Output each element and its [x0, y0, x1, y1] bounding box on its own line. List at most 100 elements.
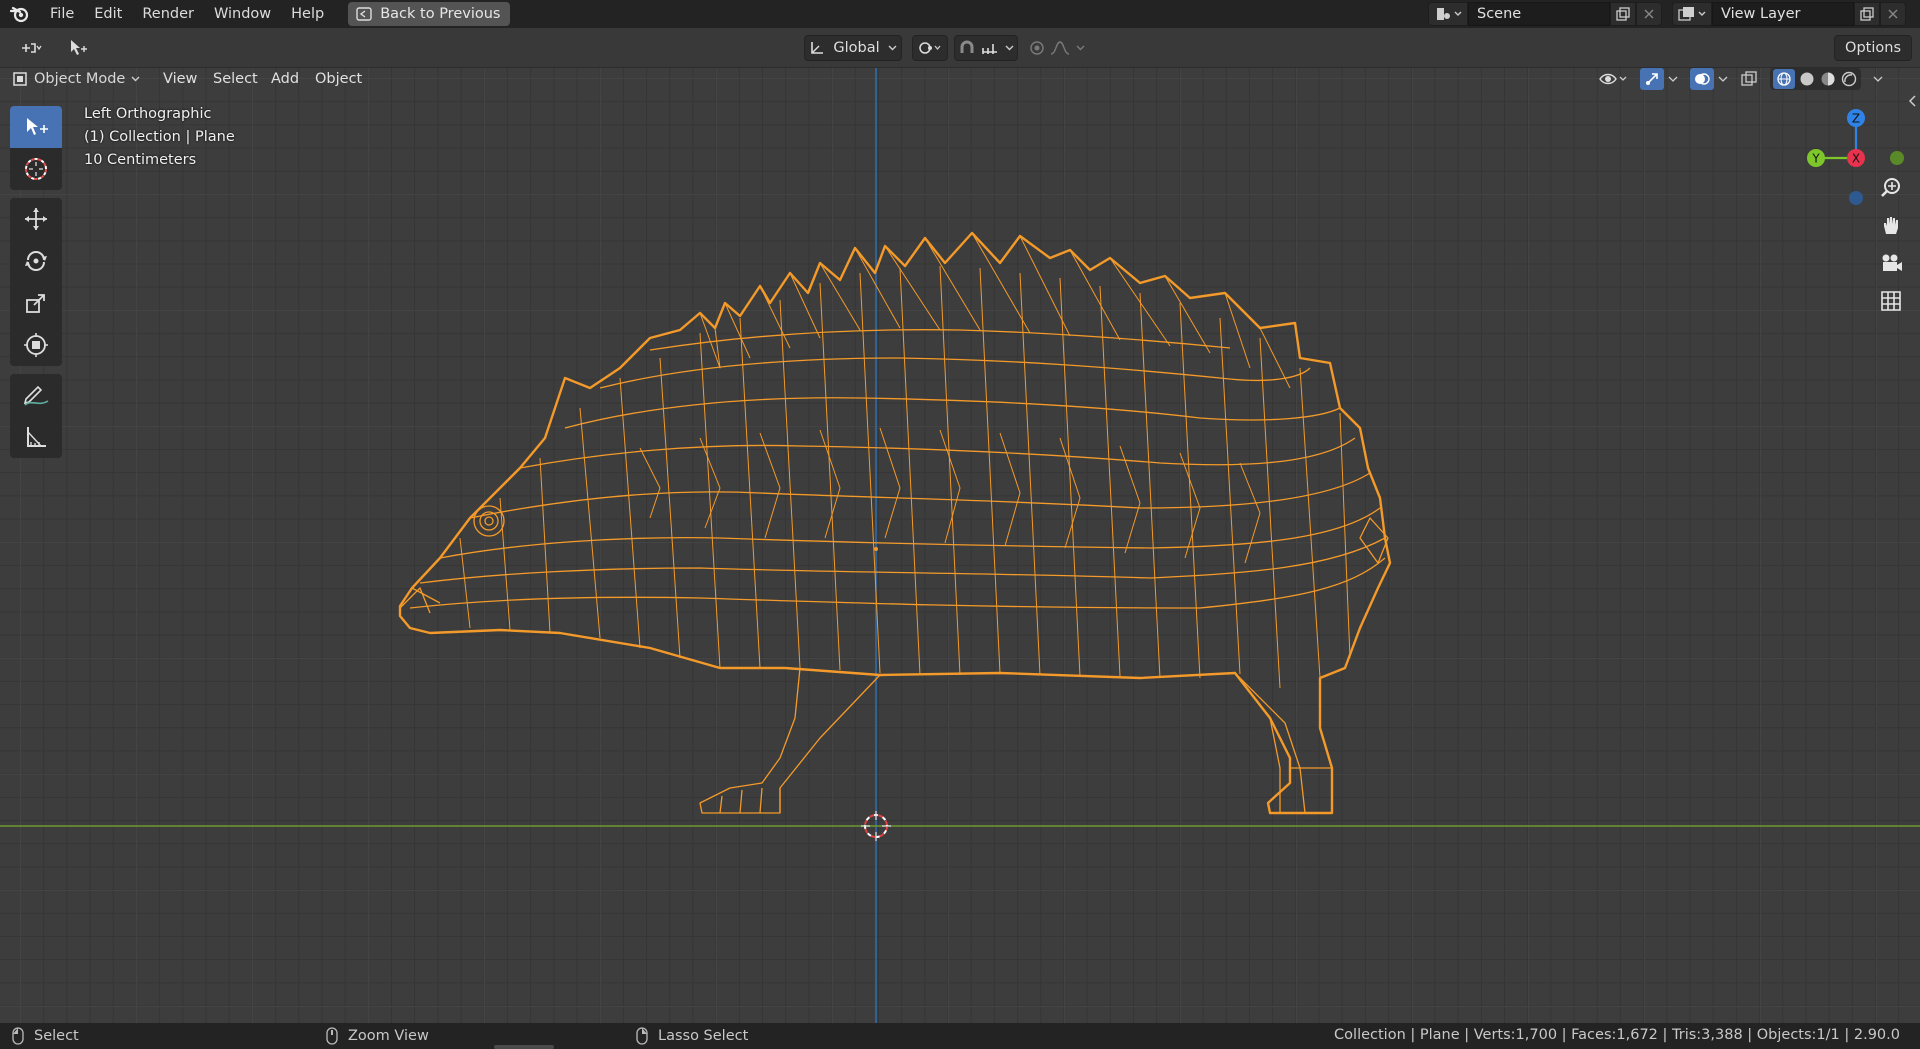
snapping-group[interactable]: [954, 35, 1018, 61]
solid-sphere-icon[interactable]: [1798, 70, 1816, 88]
hedgehog-wireframe: [398, 231, 1392, 815]
chevron-down-icon: [131, 76, 140, 82]
select-box-icon: [27, 118, 48, 135]
menu-render[interactable]: Render: [132, 0, 204, 28]
object-mode-dropdown[interactable]: Object Mode: [12, 68, 140, 90]
falloff-curve-icon: [1051, 41, 1070, 55]
new-view-layer-button[interactable]: [1854, 2, 1880, 26]
annotate-pencil-icon: [23, 385, 49, 406]
transform-tool[interactable]: [10, 324, 62, 366]
status-select-hint: Select: [12, 1027, 79, 1045]
pivot-point-dropdown[interactable]: [912, 35, 948, 61]
status-lasso-hint: Lasso Select: [636, 1027, 748, 1045]
material-sphere-icon[interactable]: [1819, 70, 1837, 88]
menu-file[interactable]: File: [40, 0, 84, 28]
view-layer-selector: View Layer: [1672, 2, 1906, 26]
annotate-tool[interactable]: [10, 374, 62, 416]
scene-icon: [1437, 8, 1450, 20]
menu-view[interactable]: View: [163, 68, 197, 90]
blender-logo-icon[interactable]: [0, 0, 40, 28]
view-layer-browse-button[interactable]: [1672, 2, 1712, 26]
chevron-down-icon[interactable]: [1668, 76, 1678, 82]
status-resize-handle[interactable]: [494, 1045, 554, 1049]
wireframe-sphere-icon: [1777, 72, 1791, 86]
delete-view-layer-button[interactable]: [1880, 2, 1906, 26]
measure-tool[interactable]: [10, 416, 62, 458]
gizmo-icon: [1646, 73, 1658, 85]
scene-statistics: Collection | Plane | Verts:1,700 | Faces…: [1334, 1027, 1900, 1043]
zoom-view-button[interactable]: [1876, 172, 1906, 202]
menu-add[interactable]: Add: [271, 68, 299, 90]
status-bar: Select Zoom View Lasso Select Collection…: [0, 1023, 1920, 1049]
select-box-tool[interactable]: [10, 106, 62, 148]
transform-orientation-dropdown[interactable]: Global: [804, 35, 902, 61]
viewport-scene: [0, 68, 1920, 1023]
editor-type-button[interactable]: [10, 35, 52, 61]
menu-help[interactable]: Help: [281, 0, 334, 28]
rendered-sphere-icon[interactable]: [1840, 70, 1858, 88]
mouse-middle-icon: [326, 1027, 338, 1045]
gizmo-neg-z-icon: [1849, 191, 1863, 205]
menu-select[interactable]: Select: [213, 68, 258, 90]
scale-icon: [26, 294, 45, 313]
show-gizmo-toggle[interactable]: [1640, 68, 1664, 90]
pivot-icon: [919, 42, 941, 54]
pan-view-button[interactable]: [1876, 210, 1906, 240]
chevron-down-icon[interactable]: [1718, 76, 1728, 82]
snap-magnet-icon: [960, 40, 974, 53]
xray-toggle-icon[interactable]: [1740, 70, 1758, 88]
chevron-down-icon[interactable]: [1873, 76, 1883, 82]
mouse-left-icon: [12, 1027, 24, 1045]
view-name-label: Left Orthographic: [84, 106, 212, 122]
gizmo-z-label: Z: [1852, 112, 1860, 126]
status-lasso-label: Lasso Select: [658, 1028, 749, 1044]
orientation-icon: [811, 42, 824, 54]
camera-view-button[interactable]: [1876, 248, 1906, 278]
toggle-projection-button[interactable]: [1876, 286, 1906, 316]
scene-statistics-label: Collection | Plane | Verts:1,700 | Faces…: [1334, 1027, 1900, 1043]
status-zoom-hint: Zoom View: [326, 1027, 429, 1045]
gizmo-y-label: Y: [1811, 152, 1820, 166]
grid-scale-label: 10 Centimeters: [84, 152, 197, 168]
rotate-tool[interactable]: [10, 240, 62, 282]
chevron-down-icon: [1698, 11, 1706, 16]
move-tool[interactable]: [10, 198, 62, 240]
gizmo-neg-y-icon: [1890, 151, 1904, 165]
viewport-display-controls: [1598, 68, 1883, 90]
view-layer-name-field[interactable]: View Layer: [1712, 2, 1854, 26]
3d-viewport[interactable]: Object Mode View Select Add Object Left …: [0, 68, 1920, 1023]
menu-object[interactable]: Object: [315, 68, 362, 90]
tool-header: Global Options: [0, 28, 1920, 68]
grid-icon: [1881, 291, 1901, 311]
menu-edit[interactable]: Edit: [84, 0, 132, 28]
show-overlays-toggle[interactable]: [1690, 68, 1714, 90]
copy-icon: [1860, 7, 1874, 21]
chevron-down-icon: [888, 45, 897, 51]
proportional-editing-icon: [1030, 41, 1044, 55]
mouse-right-icon: [636, 1027, 648, 1045]
proportional-editing-group[interactable]: [1026, 35, 1088, 61]
scene-selector: Scene: [1428, 2, 1662, 26]
back-to-previous-button[interactable]: Back to Previous: [348, 2, 511, 26]
wireframe-shading-button[interactable]: [1773, 69, 1795, 89]
hedgehog-eye: [473, 505, 505, 537]
visibility-eye-icon[interactable]: [1598, 70, 1628, 88]
object-origin: [874, 547, 878, 551]
menu-window[interactable]: Window: [204, 0, 281, 28]
measure-ruler-icon: [27, 427, 46, 447]
sidebar-toggle-icon[interactable]: [1908, 94, 1918, 108]
copy-icon: [1616, 7, 1630, 21]
select-tool-settings-icon[interactable]: [64, 35, 92, 61]
close-icon: [1644, 9, 1654, 19]
cursor-tool[interactable]: [10, 148, 62, 190]
transform-icon: [24, 333, 48, 357]
scene-browse-button[interactable]: [1428, 2, 1468, 26]
delete-scene-button[interactable]: [1636, 2, 1662, 26]
options-dropdown[interactable]: Options: [1834, 35, 1912, 61]
scene-name-field[interactable]: Scene: [1468, 2, 1610, 26]
move-icon: [25, 208, 47, 230]
new-scene-button[interactable]: [1610, 2, 1636, 26]
status-select-label: Select: [34, 1028, 79, 1044]
scale-tool[interactable]: [10, 282, 62, 324]
chevron-down-icon: [1076, 45, 1085, 51]
